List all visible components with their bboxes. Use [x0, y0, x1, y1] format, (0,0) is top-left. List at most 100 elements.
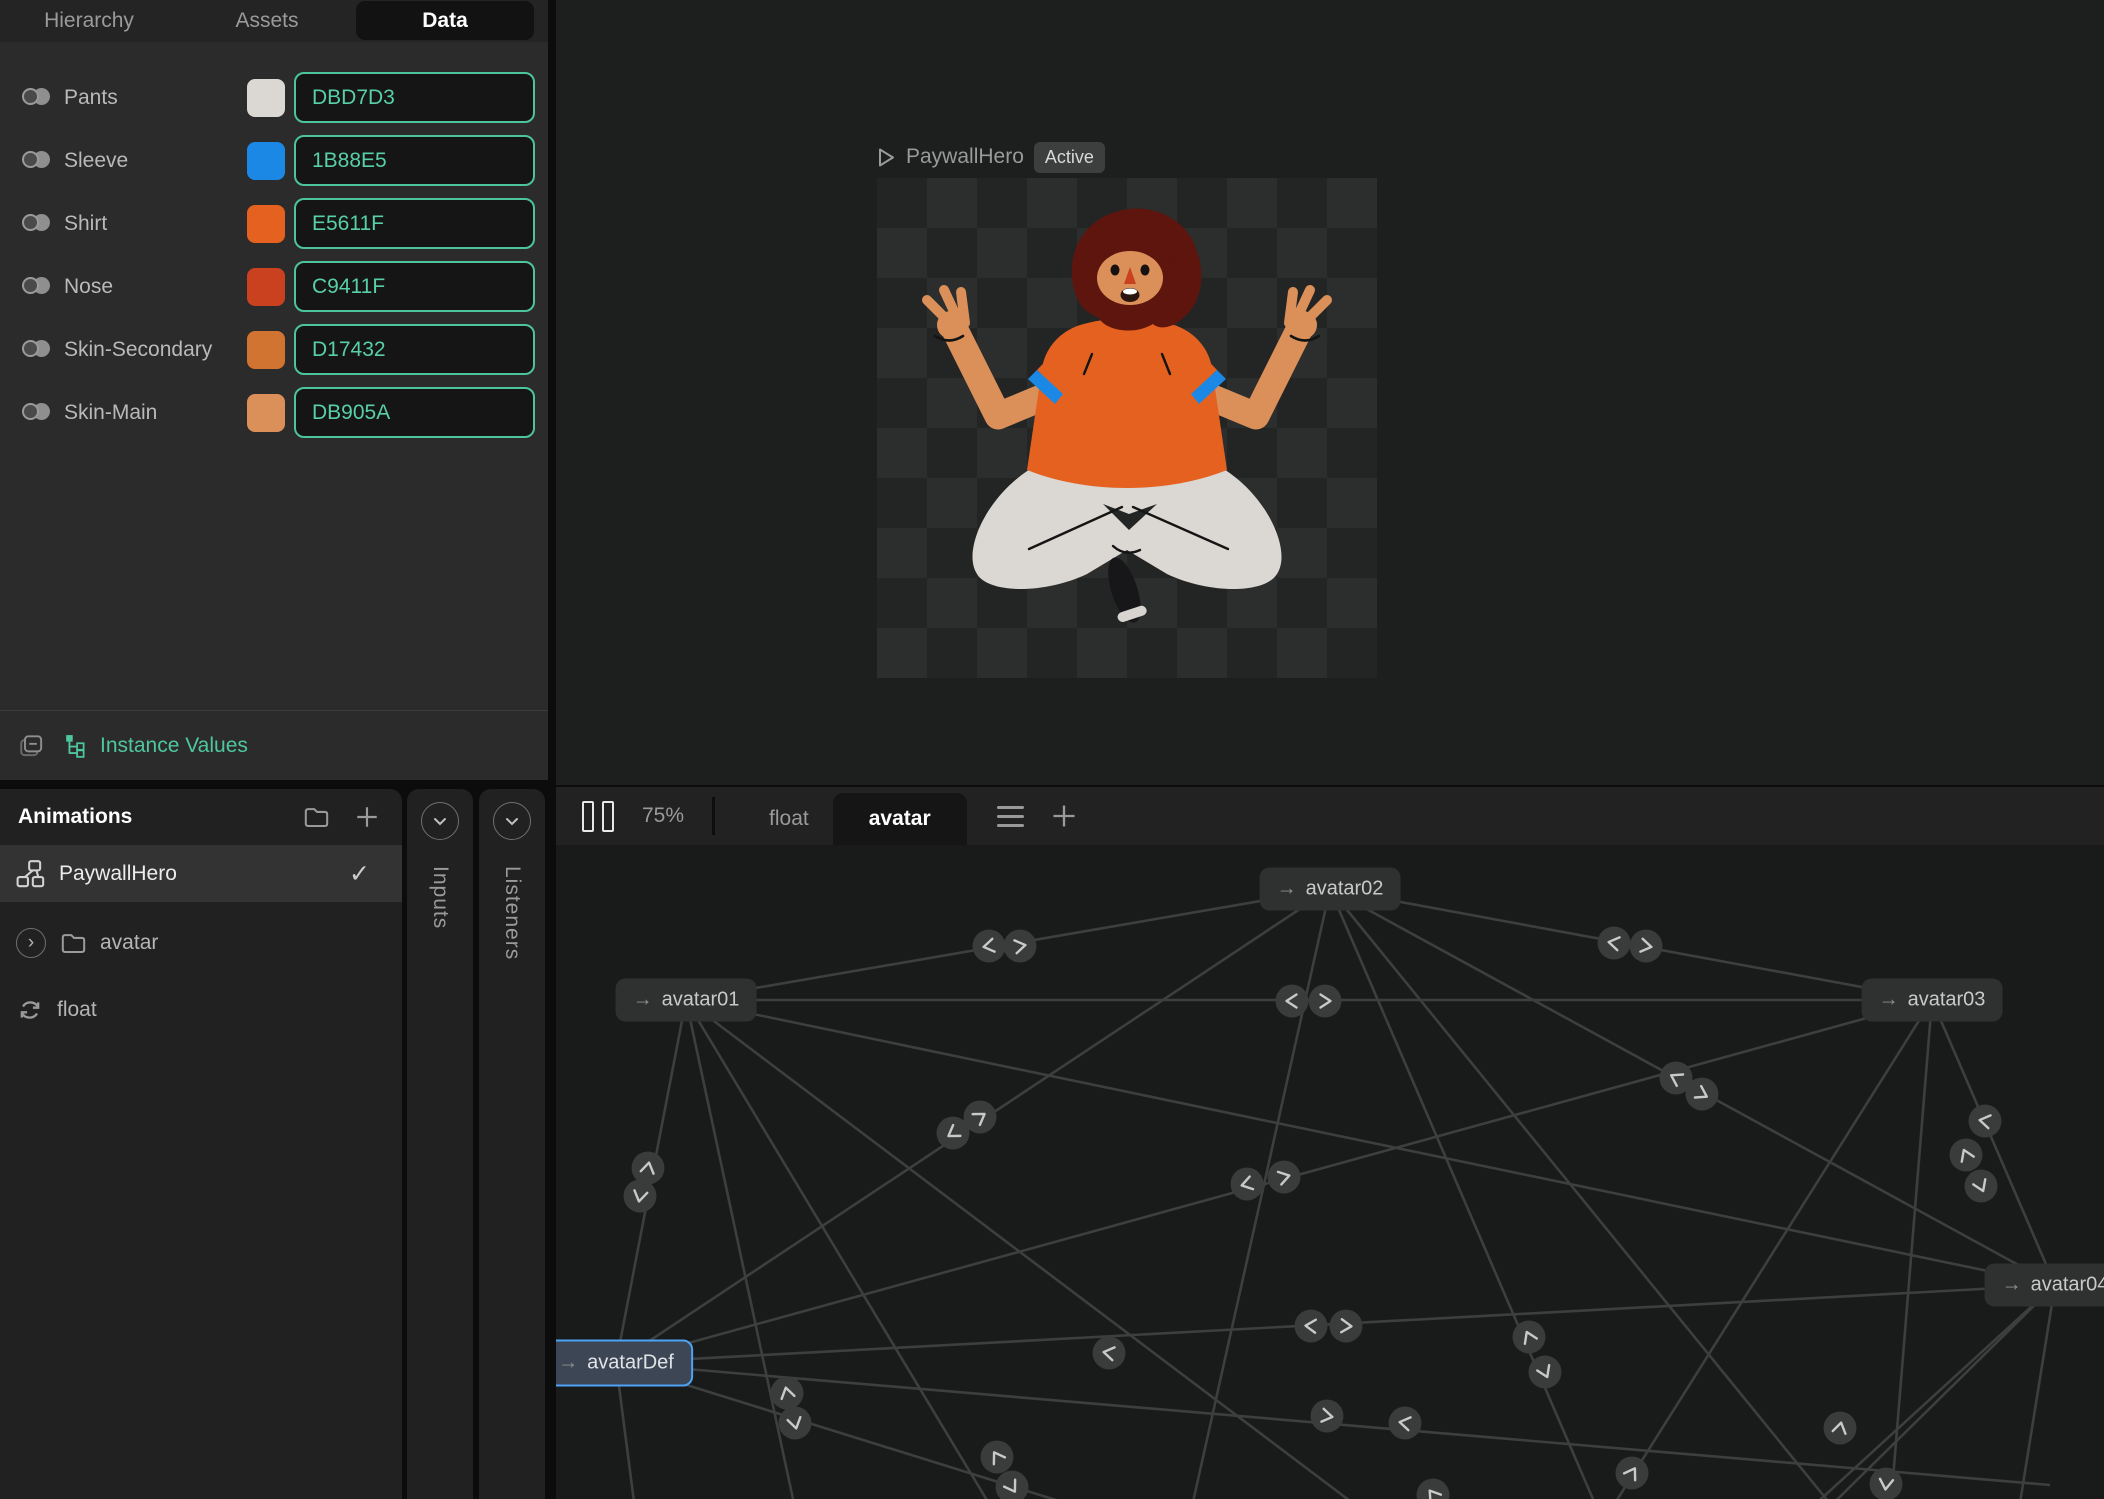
transition-icon[interactable] — [1629, 929, 1663, 963]
variable-name: Nose — [64, 274, 114, 298]
color-swatch[interactable] — [247, 141, 285, 180]
hex-input[interactable] — [294, 72, 535, 123]
toolbar-divider — [712, 797, 716, 835]
tab-avatar[interactable]: avatar — [832, 793, 967, 845]
animation-item-paywallhero[interactable]: PaywallHero ✓ — [0, 845, 402, 902]
color-swatch[interactable] — [247, 204, 285, 243]
transition-line[interactable] — [615, 1361, 1650, 1499]
transition-icon[interactable] — [980, 1440, 1014, 1474]
new-folder-icon[interactable] — [303, 805, 330, 829]
transition-line[interactable] — [1328, 888, 1880, 1499]
color-variable-icon — [22, 401, 52, 425]
hex-input[interactable] — [294, 387, 535, 438]
artboard-caption[interactable]: PaywallHero Active — [877, 139, 1105, 175]
transition-icon[interactable] — [995, 1470, 1029, 1499]
tab-hierarchy[interactable]: Hierarchy — [0, 0, 178, 42]
transition-icon[interactable] — [1329, 1309, 1363, 1343]
state-node-avatar01[interactable]: → avatar01 — [615, 978, 757, 1022]
folder-icon — [61, 933, 86, 953]
transition-icon[interactable] — [1949, 1138, 1983, 1172]
pause-icon[interactable] — [582, 800, 614, 832]
instance-values-row[interactable]: Instance Values — [0, 710, 548, 780]
color-variable-icon — [22, 149, 52, 173]
tab-data[interactable]: Data — [356, 1, 534, 40]
transition-icon[interactable] — [1294, 1309, 1328, 1343]
play-icon[interactable] — [877, 147, 896, 168]
expand-chevron-icon[interactable]: › — [16, 927, 46, 958]
color-swatch[interactable] — [247, 78, 285, 117]
transition-icon[interactable] — [1003, 929, 1037, 963]
state-arrow-icon: → — [2001, 1273, 2022, 1296]
hex-input[interactable] — [294, 135, 535, 186]
transition-icon[interactable] — [1512, 1320, 1546, 1354]
hex-input[interactable] — [294, 324, 535, 375]
hex-input[interactable] — [294, 198, 535, 249]
color-swatch[interactable] — [247, 330, 285, 369]
color-swatch[interactable] — [247, 393, 285, 432]
stage-canvas[interactable]: PaywallHero Active — [556, 0, 2104, 785]
inputs-tab-label: Inputs — [429, 866, 452, 930]
state-node-label: avatar04 — [2030, 1273, 2104, 1296]
transition-icon[interactable] — [1685, 1077, 1719, 1111]
add-tab-icon[interactable] — [1050, 802, 1078, 830]
transition-icon[interactable] — [778, 1406, 812, 1440]
transition-icon[interactable] — [1964, 1169, 1998, 1203]
tab-float[interactable]: float — [745, 793, 833, 845]
transition-line[interactable] — [1530, 1284, 2056, 1499]
transition-icon[interactable] — [1275, 984, 1309, 1018]
inputs-panel-collapsed[interactable]: Inputs — [407, 789, 473, 1499]
listeners-panel-collapsed[interactable]: Listeners — [479, 789, 545, 1499]
data-row-skin-main: Skin-Main — [0, 381, 548, 444]
state-node-label: avatar03 — [1907, 988, 1986, 1011]
transition-line[interactable] — [685, 998, 1700, 1499]
transition-icon[interactable] — [972, 929, 1006, 963]
transition-icon[interactable] — [1388, 1406, 1422, 1440]
menu-icon[interactable] — [996, 805, 1024, 827]
state-machine-graph[interactable]: → avatar02 → avatar01 → avatar03 → avatar04 → ava… — [556, 845, 2104, 1499]
chevron-down-icon[interactable] — [493, 802, 531, 840]
chevron-down-icon[interactable] — [421, 802, 459, 840]
state-node-avatar03[interactable]: → avatar03 — [1861, 978, 2003, 1022]
data-row-skin-secondary: Skin-Secondary — [0, 318, 548, 381]
transition-icon[interactable] — [1823, 1411, 1857, 1445]
transition-line[interactable] — [1886, 999, 1934, 1499]
transition-icon[interactable] — [1968, 1104, 2002, 1138]
transition-line[interactable] — [685, 998, 2056, 1287]
transition-line[interactable] — [2010, 1284, 2057, 1499]
state-node-avatar02[interactable]: → avatar02 — [1259, 867, 1401, 911]
hex-input[interactable] — [294, 261, 535, 312]
transition-icon[interactable] — [631, 1151, 665, 1185]
transition-icon[interactable] — [1308, 984, 1342, 1018]
panel-tabbar: Hierarchy Assets Data — [0, 0, 548, 42]
animation-label: PaywallHero — [59, 861, 177, 885]
transition-icon[interactable] — [770, 1376, 804, 1410]
transition-line[interactable] — [1730, 1284, 2056, 1499]
animation-group-avatar[interactable]: › avatar — [0, 914, 402, 971]
transition-icon[interactable] — [1092, 1336, 1126, 1370]
transition-icon[interactable] — [1597, 926, 1631, 960]
zoom-level[interactable]: 75% — [642, 804, 684, 828]
listeners-tab-label: Listeners — [501, 866, 524, 961]
transition-line[interactable] — [1930, 999, 2057, 1286]
transition-icon[interactable] — [1230, 1167, 1264, 1201]
transition-icon[interactable] — [1528, 1355, 1562, 1389]
transition-icon[interactable] — [963, 1100, 997, 1134]
transition-icon[interactable] — [1416, 1478, 1450, 1499]
transition-icon[interactable] — [623, 1179, 657, 1213]
instance-values-label: Instance Values — [100, 733, 248, 757]
transition-icon[interactable] — [1310, 1399, 1344, 1433]
tab-assets[interactable]: Assets — [178, 0, 356, 42]
animation-item-float[interactable]: float — [0, 981, 402, 1038]
add-animation-icon[interactable] — [354, 804, 380, 830]
state-node-avatarDef[interactable]: → avatarDef — [556, 1339, 693, 1387]
artboard-name[interactable]: PaywallHero — [906, 145, 1024, 169]
artboard[interactable] — [877, 178, 1377, 678]
transition-icon[interactable] — [1615, 1456, 1649, 1490]
transition-icon[interactable] — [1267, 1160, 1301, 1194]
transition-line[interactable] — [1328, 888, 1630, 1499]
color-swatch[interactable] — [247, 267, 285, 306]
state-node-avatar04[interactable]: → avatar04 — [1984, 1263, 2104, 1307]
state-arrow-icon: → — [558, 1351, 579, 1374]
transition-icon[interactable] — [1869, 1467, 1903, 1499]
variable-name: Skin-Secondary — [64, 337, 213, 361]
